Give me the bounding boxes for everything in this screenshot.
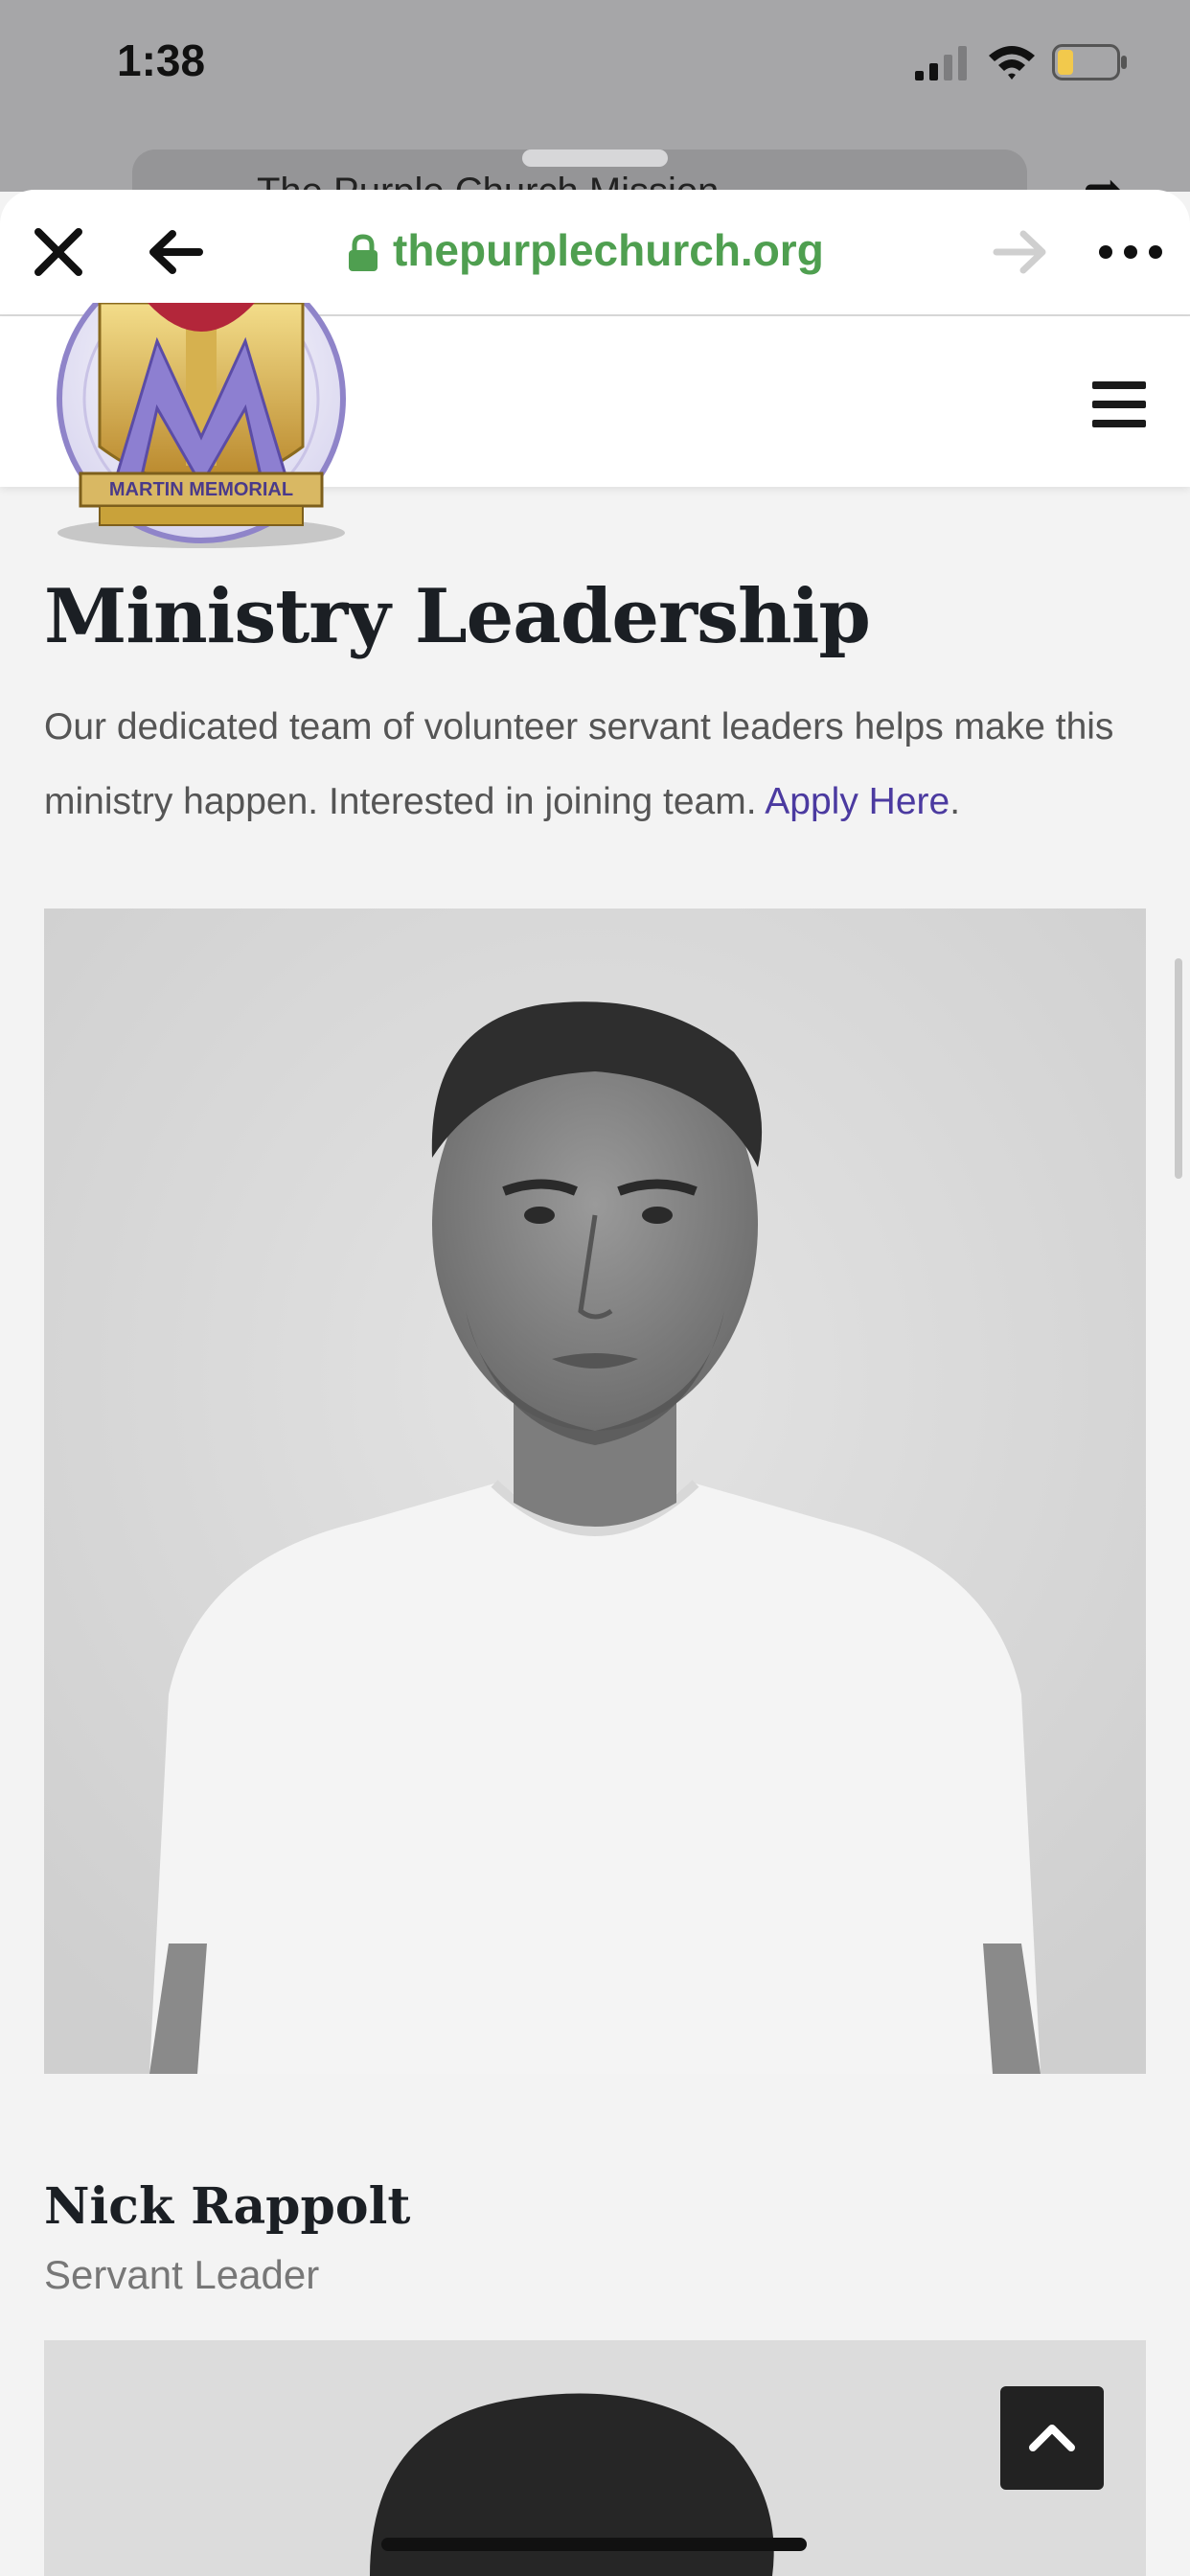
close-icon[interactable] — [25, 218, 92, 286]
wifi-icon — [989, 46, 1035, 80]
logo-text: MARTIN MEMORIAL — [109, 479, 293, 500]
apply-link[interactable]: Apply Here — [765, 781, 950, 822]
forward-arrow-icon[interactable] — [987, 218, 1054, 286]
intro-paragraph: Our dedicated team of volunteer servant … — [44, 690, 1146, 840]
home-indicator[interactable] — [381, 2538, 807, 2551]
more-icon[interactable] — [1092, 218, 1169, 286]
chevron-up-icon — [1029, 2425, 1075, 2451]
leader-name: Nick Rappolt — [44, 2177, 411, 2236]
church-logo[interactable]: MARTIN MEMORIAL — [42, 303, 360, 552]
url-text[interactable]: thepurplechurch.org — [393, 224, 824, 276]
back-arrow-icon[interactable] — [142, 218, 209, 286]
battery-icon — [1052, 44, 1127, 80]
portrait-illustration — [44, 908, 1146, 2074]
sheet-grabber[interactable] — [522, 150, 668, 167]
back-to-top-button[interactable] — [1000, 2386, 1104, 2490]
page-title: Ministry Leadership — [44, 573, 871, 660]
intro-period: . — [950, 781, 961, 822]
hamburger-menu-icon[interactable] — [1092, 381, 1146, 427]
signal-icon — [915, 46, 967, 80]
leader-role: Servant Leader — [44, 2252, 320, 2297]
scrollbar[interactable] — [1175, 958, 1182, 1179]
browser-toolbar: thepurplechurch.org — [0, 190, 1190, 316]
lock-icon — [349, 234, 378, 271]
status-bar: 1:38 ‹ The Purple Church Mission ➦ — [0, 0, 1190, 226]
leader-photo — [44, 908, 1146, 2074]
status-time: 1:38 — [117, 35, 206, 85]
